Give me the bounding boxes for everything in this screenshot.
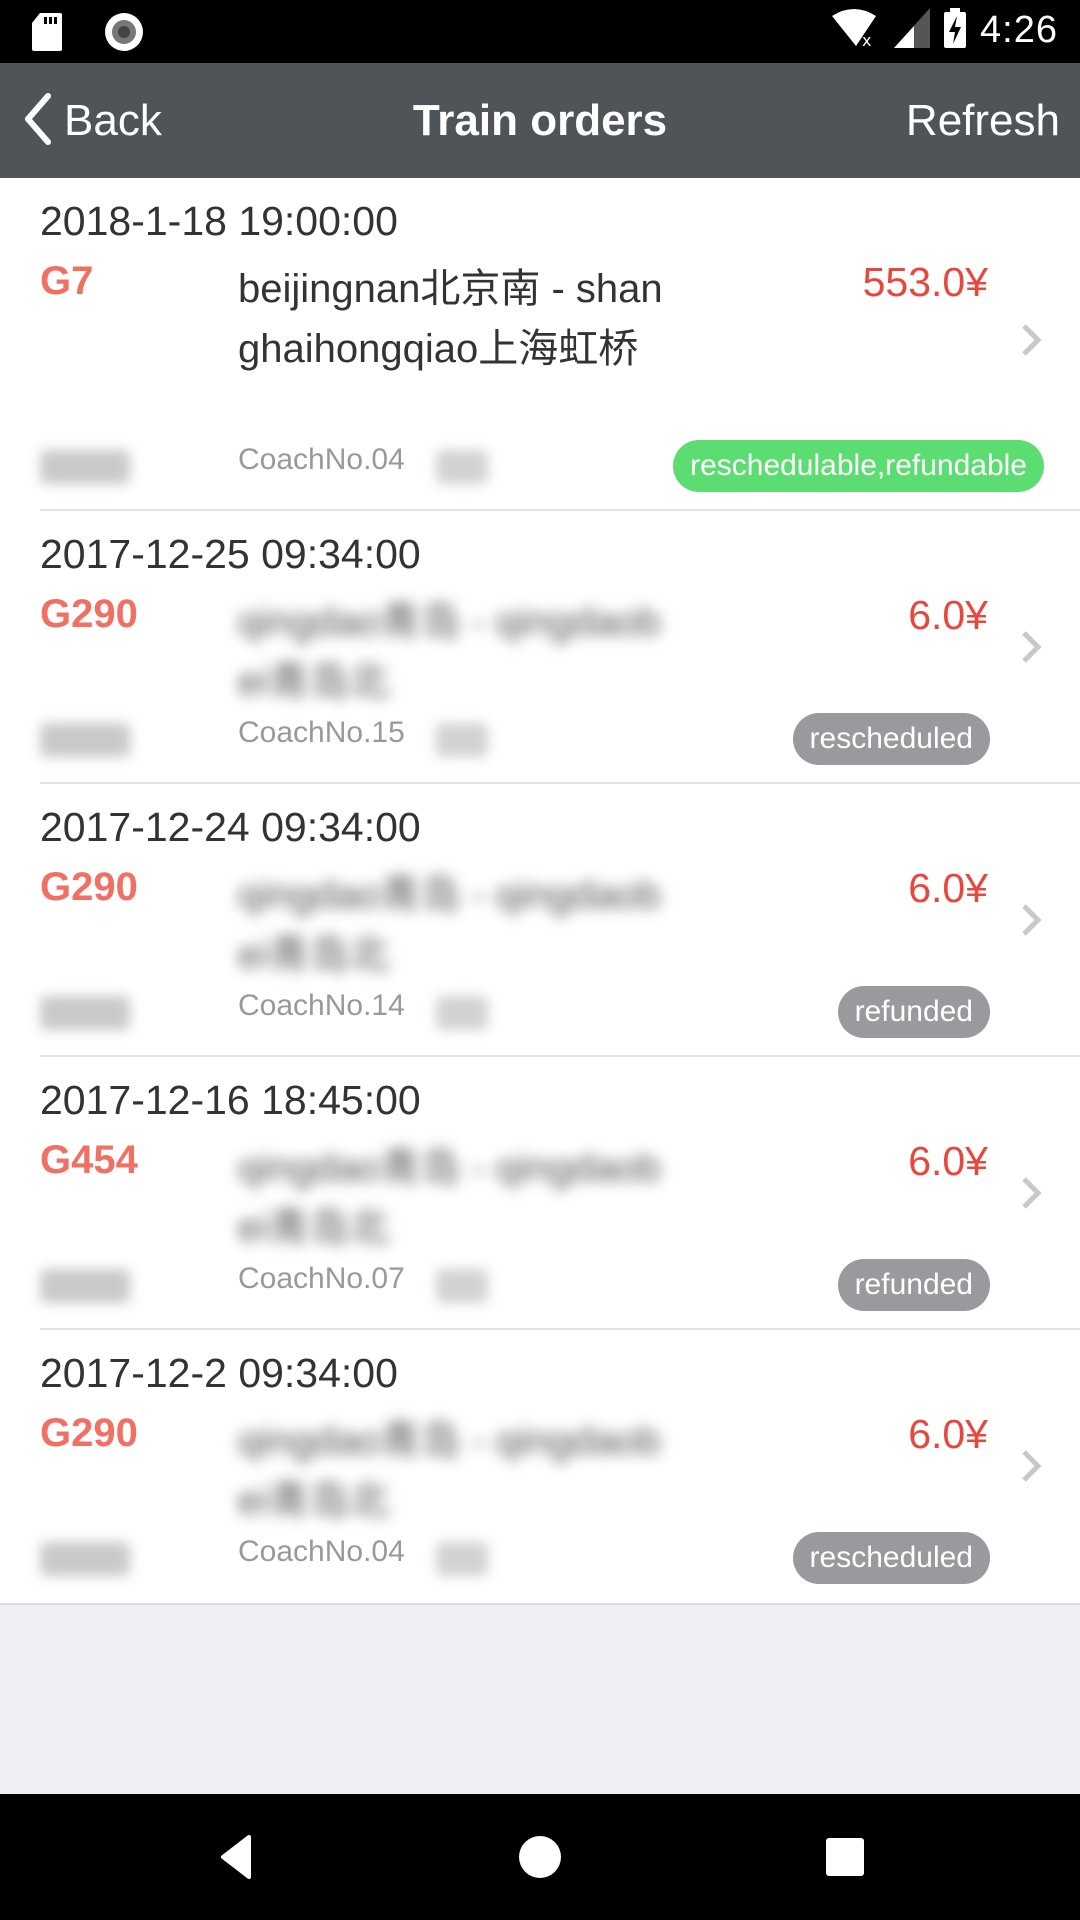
train-number: G7	[40, 259, 94, 303]
route: qingdao青岛 - qingdaobei青岛北	[238, 1419, 661, 1523]
seat-number-redacted	[436, 1542, 488, 1576]
status-badge: reschedulable,refundable	[673, 440, 1044, 492]
nav-recents-button[interactable]	[815, 1827, 875, 1887]
status-badge: refunded	[837, 986, 990, 1038]
passenger-name-redacted	[40, 450, 130, 484]
train-number: G290	[40, 865, 138, 909]
passenger-name-redacted	[40, 996, 130, 1030]
svg-text:x: x	[862, 31, 871, 48]
order-datetime: 2017-12-2 09:34:00	[40, 1350, 398, 1396]
price: 6.0¥	[908, 1411, 988, 1457]
order-item[interactable]: 2017-12-25 09:34:00 G290 qingdao青岛 - qin…	[0, 511, 1080, 784]
route: qingdao青岛 - qingdaobei青岛北	[238, 1146, 661, 1250]
passenger-name-redacted	[40, 1269, 130, 1303]
chevron-left-icon	[20, 92, 54, 150]
status-time: 4:26	[980, 8, 1058, 51]
status-badge: rescheduled	[792, 1532, 990, 1584]
coach-number: CoachNo.15	[238, 716, 405, 749]
order-datetime: 2017-12-25 09:34:00	[40, 531, 421, 577]
train-number: G290	[40, 1411, 138, 1455]
status-badge: rescheduled	[792, 713, 990, 765]
nav-back-button[interactable]	[205, 1827, 265, 1887]
price: 6.0¥	[908, 592, 988, 638]
square-recents-icon	[826, 1838, 864, 1876]
train-number: G290	[40, 592, 138, 636]
passenger-name-redacted	[40, 723, 130, 757]
price: 6.0¥	[908, 1138, 988, 1184]
system-nav-bar	[0, 1794, 1080, 1920]
order-item[interactable]: 2018-1-18 19:00:00 G7 beijingnan北京南 - sh…	[0, 178, 1080, 511]
battery-charging-icon	[944, 8, 967, 52]
chevron-right-icon	[1022, 324, 1042, 356]
seat-number-redacted	[436, 1269, 488, 1303]
price: 6.0¥	[908, 865, 988, 911]
nav-home-button[interactable]	[510, 1827, 570, 1887]
back-label: Back	[64, 95, 162, 145]
order-item[interactable]: 2017-12-24 09:34:00 G290 qingdao青岛 - qin…	[0, 784, 1080, 1057]
chevron-right-icon	[1022, 1177, 1042, 1209]
seat-number-redacted	[436, 450, 488, 484]
chevron-right-icon	[1022, 631, 1042, 663]
signal-icon	[894, 8, 931, 52]
price: 553.0¥	[862, 259, 988, 305]
seat-number-redacted	[436, 723, 488, 757]
route: qingdao青岛 - qingdaobei青岛北	[238, 600, 661, 704]
order-datetime: 2017-12-24 09:34:00	[40, 804, 421, 850]
coach-number: CoachNo.07	[238, 1262, 405, 1295]
back-button[interactable]: Back	[20, 63, 162, 178]
order-datetime: 2017-12-16 18:45:00	[40, 1077, 421, 1123]
status-badge: refunded	[837, 1259, 990, 1311]
passenger-name-redacted	[40, 1542, 130, 1576]
record-icon	[104, 12, 144, 56]
chevron-right-icon	[1022, 1450, 1042, 1482]
coach-number: CoachNo.04	[238, 443, 405, 476]
route: qingdao青岛 - qingdaobei青岛北	[238, 873, 661, 977]
coach-number: CoachNo.14	[238, 989, 405, 1022]
coach-number: CoachNo.04	[238, 1535, 405, 1568]
order-item[interactable]: 2017-12-16 18:45:00 G454 qingdao青岛 - qin…	[0, 1057, 1080, 1330]
train-number: G454	[40, 1138, 138, 1182]
wifi-off-icon: x	[832, 8, 880, 52]
route: beijingnan北京南 - shanghaihongqiao上海虹桥	[238, 267, 663, 371]
sd-card-icon	[32, 13, 62, 55]
chevron-right-icon	[1022, 904, 1042, 936]
order-item[interactable]: 2017-12-2 09:34:00 G290 qingdao青岛 - qing…	[0, 1330, 1080, 1603]
triangle-back-icon	[221, 1835, 251, 1879]
refresh-button[interactable]: Refresh	[906, 63, 1060, 178]
circle-home-icon	[519, 1836, 561, 1878]
app-header: Back Train orders Refresh	[0, 63, 1080, 178]
order-list: 2018-1-18 19:00:00 G7 beijingnan北京南 - sh…	[0, 178, 1080, 1605]
seat-number-redacted	[436, 996, 488, 1030]
order-datetime: 2018-1-18 19:00:00	[40, 198, 398, 244]
status-bar: x 4:26	[0, 0, 1080, 63]
